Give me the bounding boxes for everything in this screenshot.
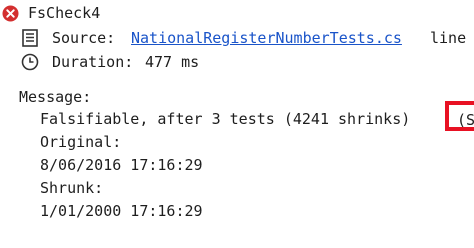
message-line: Original: <box>40 133 122 151</box>
message-line: 8/06/2016 17:16:29 <box>40 156 203 174</box>
source-file-link[interactable]: NationalRegisterNumberTests.cs <box>131 27 402 49</box>
duration-value: 477 ms <box>145 53 200 71</box>
message-line: Shrunk: <box>40 179 104 197</box>
highlight-box: (St <box>445 101 474 131</box>
message-line: Falsifiable, after 3 tests (4241 shrinks… <box>40 110 411 128</box>
clock-icon <box>21 53 39 71</box>
document-icon <box>22 29 38 47</box>
duration-label: Duration: <box>52 53 134 71</box>
error-x-icon <box>2 5 19 22</box>
source-line-label: line <box>430 29 467 47</box>
message-line: 1/01/2000 17:16:29 <box>40 202 203 220</box>
message-label: Message: <box>19 88 92 106</box>
test-name: FsCheck4 <box>28 4 101 22</box>
highlight-text: (St <box>457 111 474 129</box>
source-label: Source: <box>52 29 116 47</box>
